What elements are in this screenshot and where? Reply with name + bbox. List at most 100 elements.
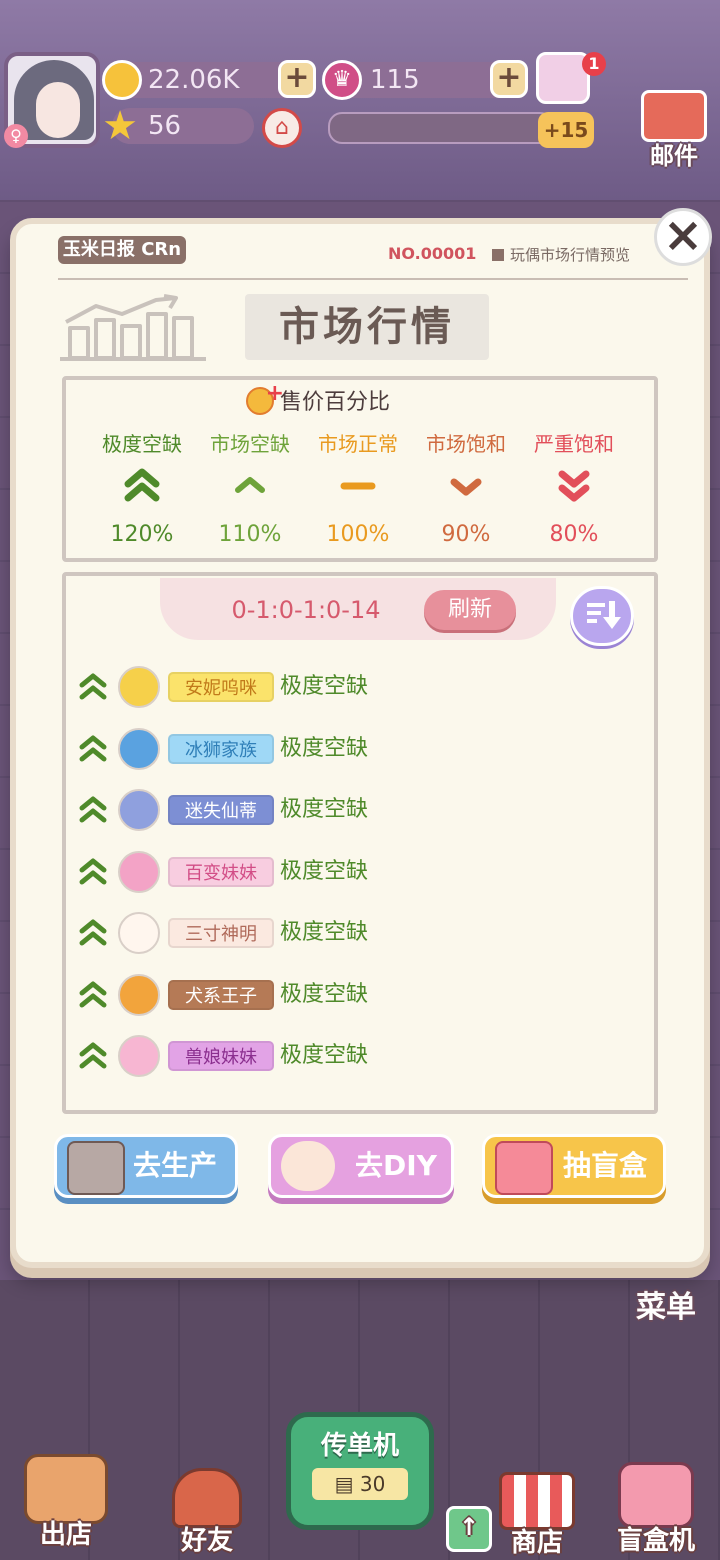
flyer-machine-button[interactable]: 传单机 ▤ 30	[286, 1412, 434, 1530]
go-produce-label: 去生产	[133, 1149, 218, 1182]
up-arrow-icon: ↑	[446, 1506, 492, 1552]
nav-label: 商店	[510, 1528, 563, 1558]
sort-down-icon	[587, 601, 621, 629]
market-status: 极度空缺	[280, 735, 369, 761]
legend-item-normal: 市场正常 100%	[298, 430, 418, 550]
market-item-row: 三寸神明 极度空缺	[78, 910, 478, 958]
sort-button[interactable]	[570, 586, 634, 646]
market-status: 极度空缺	[280, 920, 369, 945]
double-up-arrow-icon	[79, 919, 107, 946]
legend-label: 市场正常	[318, 432, 398, 456]
nav-blindbox-machine[interactable]: 盲盒机	[604, 1462, 708, 1557]
draw-blindbox-label: 抽盲盒	[563, 1149, 648, 1182]
legend-label: 严重饱和	[534, 432, 614, 456]
market-item-row: 兽娘妹妹 极度空缺	[78, 1033, 478, 1081]
doll-series-tag: 兽娘妹妹	[168, 1041, 274, 1071]
market-date: 0-1:0-1:0-14	[231, 596, 381, 624]
upgrade-button[interactable]: ↑	[446, 1506, 492, 1552]
market-item-row: 犬系王子 极度空缺	[78, 972, 478, 1020]
swirl-icon	[118, 973, 160, 1016]
experience-bar	[328, 112, 554, 144]
nav-label: 盲盒机	[616, 1526, 695, 1556]
double-up-arrow-icon	[79, 735, 107, 761]
legend-header: 售价百分比	[246, 377, 486, 420]
doll-series-tag: 迷失仙蒂	[168, 795, 274, 825]
doll-series-tag: 百变妹妹	[168, 856, 274, 887]
nav-friends[interactable]: 好友	[162, 1468, 252, 1557]
paw-shield-icon	[118, 727, 160, 770]
menu-button[interactable]: 菜单	[626, 1282, 706, 1326]
newspaper-logo: 玉米日报 CRn	[58, 236, 186, 264]
market-item-row: 百变妹妹 极度空缺	[78, 849, 478, 897]
double-up-arrow-icon	[79, 981, 107, 1007]
nav-label: 好友	[180, 1526, 233, 1556]
close-button[interactable]: ×	[654, 208, 712, 266]
market-status: 极度空缺	[280, 674, 369, 699]
nav-shop-out[interactable]: 出店	[18, 1454, 114, 1551]
add-coins-button[interactable]: +	[278, 60, 316, 98]
header-divider	[58, 278, 688, 280]
flyer-count-value: 30	[359, 1472, 386, 1496]
notification-badge: 1	[582, 52, 606, 76]
market-status: 极度空缺	[280, 858, 369, 884]
go-diy-button[interactable]: 去DIY	[268, 1134, 454, 1198]
legend-percent: 80%	[549, 522, 599, 547]
heart-icon	[118, 850, 160, 893]
market-item-row: 迷失仙蒂 极度空缺	[78, 787, 478, 835]
legend-percent: 120%	[110, 522, 174, 547]
market-status: 极度空缺	[280, 1043, 369, 1068]
legend-label: 市场饱和	[426, 432, 506, 456]
exp-badge: +15	[538, 112, 594, 148]
double-up-arrow-icon	[79, 1042, 107, 1069]
mail-button[interactable]: 邮件	[638, 90, 710, 170]
mail-label: 邮件	[650, 142, 698, 170]
machine-icon	[67, 1141, 125, 1195]
legend-percent: 90%	[441, 522, 491, 547]
crown-icon: ♛	[322, 60, 362, 100]
go-produce-button[interactable]: 去生产	[54, 1134, 238, 1198]
menu-label: 菜单	[636, 1290, 696, 1325]
legend-title: 售价百分比	[280, 390, 391, 415]
star-icon: ★	[102, 103, 138, 149]
star-count: 56	[148, 111, 182, 141]
gacha-machine-icon	[618, 1462, 694, 1528]
gold-coin-icon	[246, 377, 284, 415]
up-arrow-icon	[235, 477, 265, 493]
add-crowns-button[interactable]: +	[490, 60, 528, 98]
nav-label: 出店	[39, 1520, 92, 1550]
legend-percent: 100%	[326, 522, 390, 547]
double-up-arrow-icon	[79, 796, 107, 823]
legend-item-oversaturated: 严重饱和 80%	[514, 430, 634, 550]
crystal-icon	[118, 789, 160, 831]
market-status: 极度空缺	[280, 981, 369, 1007]
bee-doll-icon	[281, 1141, 335, 1191]
envelope-icon	[641, 90, 707, 142]
doll-series-tag: 冰狮家族	[168, 733, 274, 764]
page-title: 市场行情	[245, 294, 489, 360]
coin-icon	[102, 60, 142, 100]
face-icon	[118, 912, 160, 954]
avatar-face	[36, 82, 80, 138]
background-top	[0, 0, 720, 200]
paw-icon	[118, 1035, 160, 1077]
legend-percent: 110%	[218, 522, 282, 547]
female-icon: ♀	[4, 124, 28, 148]
legend-item-shortage: 市场空缺 110%	[190, 430, 310, 550]
refresh-button[interactable]: 刷新	[424, 590, 516, 630]
flyer-machine-label: 传单机	[320, 1431, 399, 1461]
doll-series-tag: 安妮呜咪	[168, 672, 274, 702]
clean-button[interactable]: ⌂	[262, 108, 302, 148]
nav-store[interactable]: 商店	[492, 1472, 582, 1559]
market-item-row: 安妮呜咪 极度空缺	[78, 664, 478, 712]
issue-number: NO.00001	[388, 244, 477, 263]
preview-caption: 玩偶市场行情预览	[492, 244, 630, 265]
preview-label: 玩偶市场行情预览	[510, 246, 631, 264]
legend-item-extreme-shortage: 极度空缺 120%	[82, 430, 202, 550]
double-down-arrow-icon	[558, 470, 590, 502]
draw-blindbox-button[interactable]: 抽盲盒	[482, 1134, 666, 1198]
dash-icon	[340, 482, 376, 490]
legend-item-saturated: 市场饱和 90%	[406, 430, 526, 550]
doll-series-tag: 三寸神明	[168, 918, 274, 948]
market-item-row: 冰狮家族 极度空缺	[78, 726, 478, 774]
coin-count: 22.06K	[148, 65, 240, 95]
